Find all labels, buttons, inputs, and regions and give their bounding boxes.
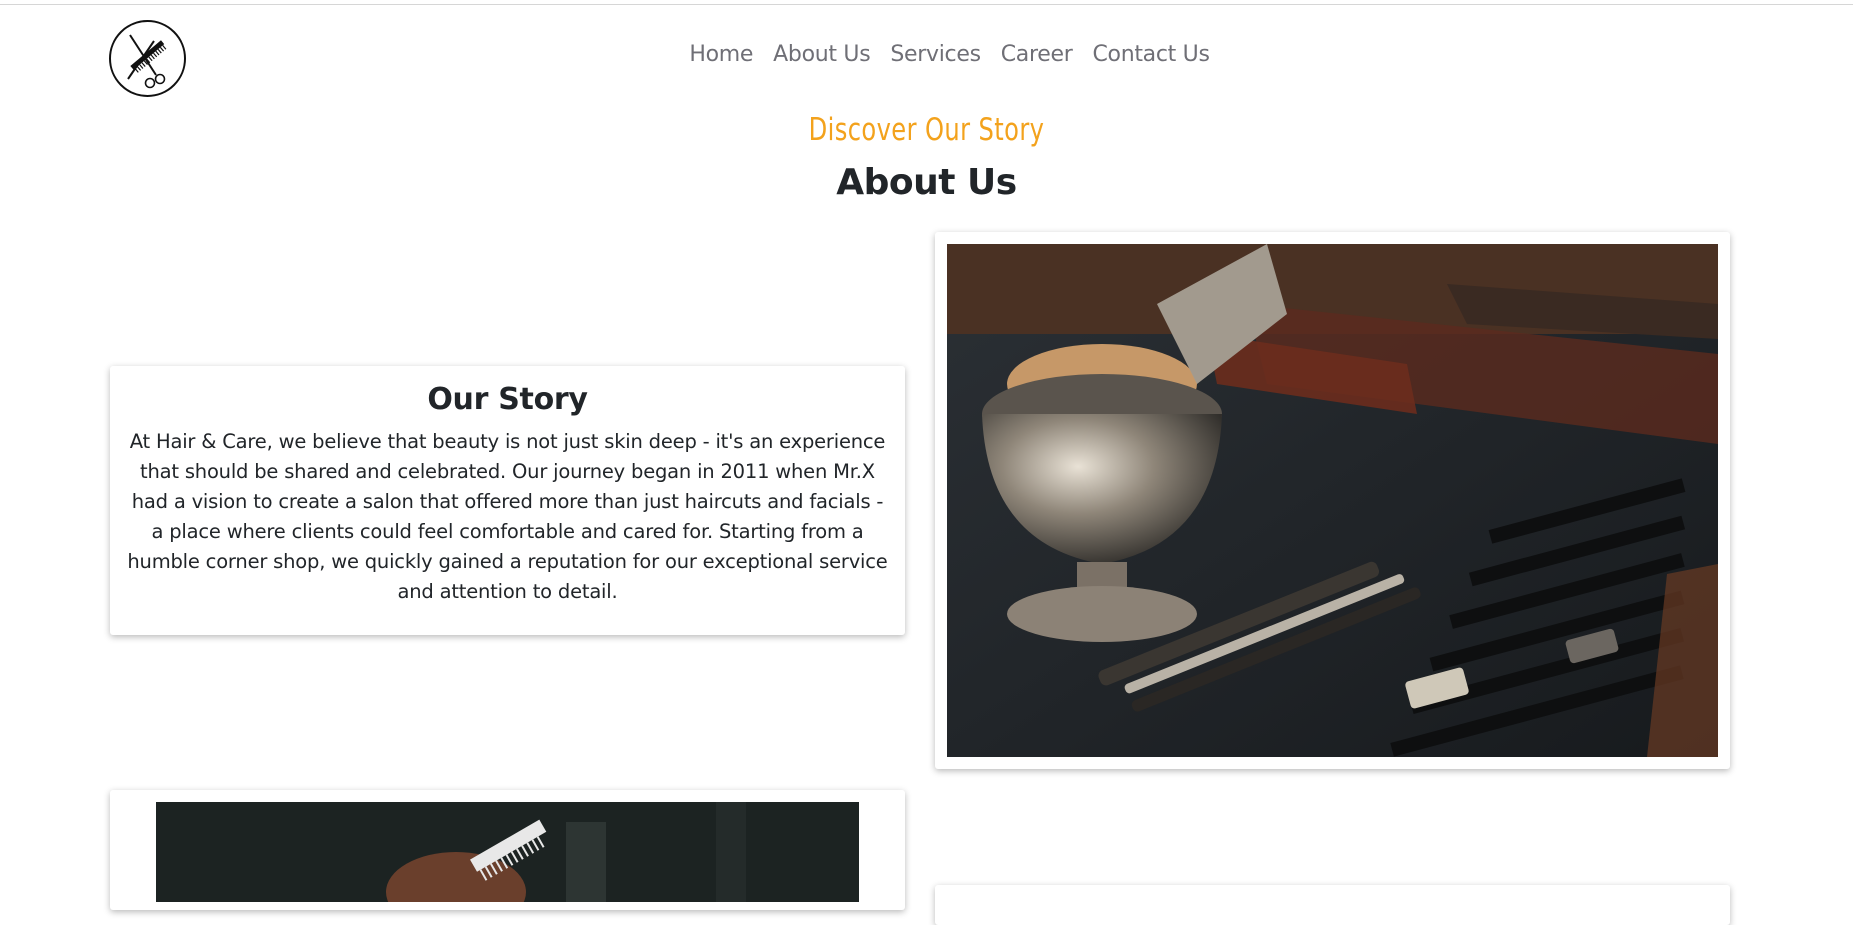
story-body: At Hair & Care, we believe that beauty i…: [127, 430, 888, 603]
nav-item-career[interactable]: Career: [1001, 42, 1073, 74]
nav-item-contact-us[interactable]: Contact Us: [1092, 42, 1209, 74]
main-nav: Home About Us Services Career Contact Us: [0, 42, 1853, 74]
section-eyebrow: Discover Our Story: [808, 112, 1045, 148]
top-divider: [0, 4, 1853, 5]
barber-comb-illustration: [156, 802, 859, 902]
page-title: About Us: [836, 162, 1017, 203]
barber-comb-photo-card: [110, 790, 905, 910]
barber-tools-photo-card: [935, 232, 1730, 769]
barber-tools-illustration: [947, 244, 1718, 757]
nav-item-services[interactable]: Services: [890, 42, 981, 74]
nav-item-about-us[interactable]: About Us: [773, 42, 871, 74]
next-content-card: [935, 885, 1730, 925]
nav-item-home[interactable]: Home: [689, 42, 753, 74]
story-heading: Our Story: [427, 382, 588, 417]
our-story-card: Our Story At Hair & Care, we believe tha…: [110, 366, 905, 635]
barber-comb-photo: [156, 802, 859, 902]
barber-tools-photo: [947, 244, 1718, 757]
